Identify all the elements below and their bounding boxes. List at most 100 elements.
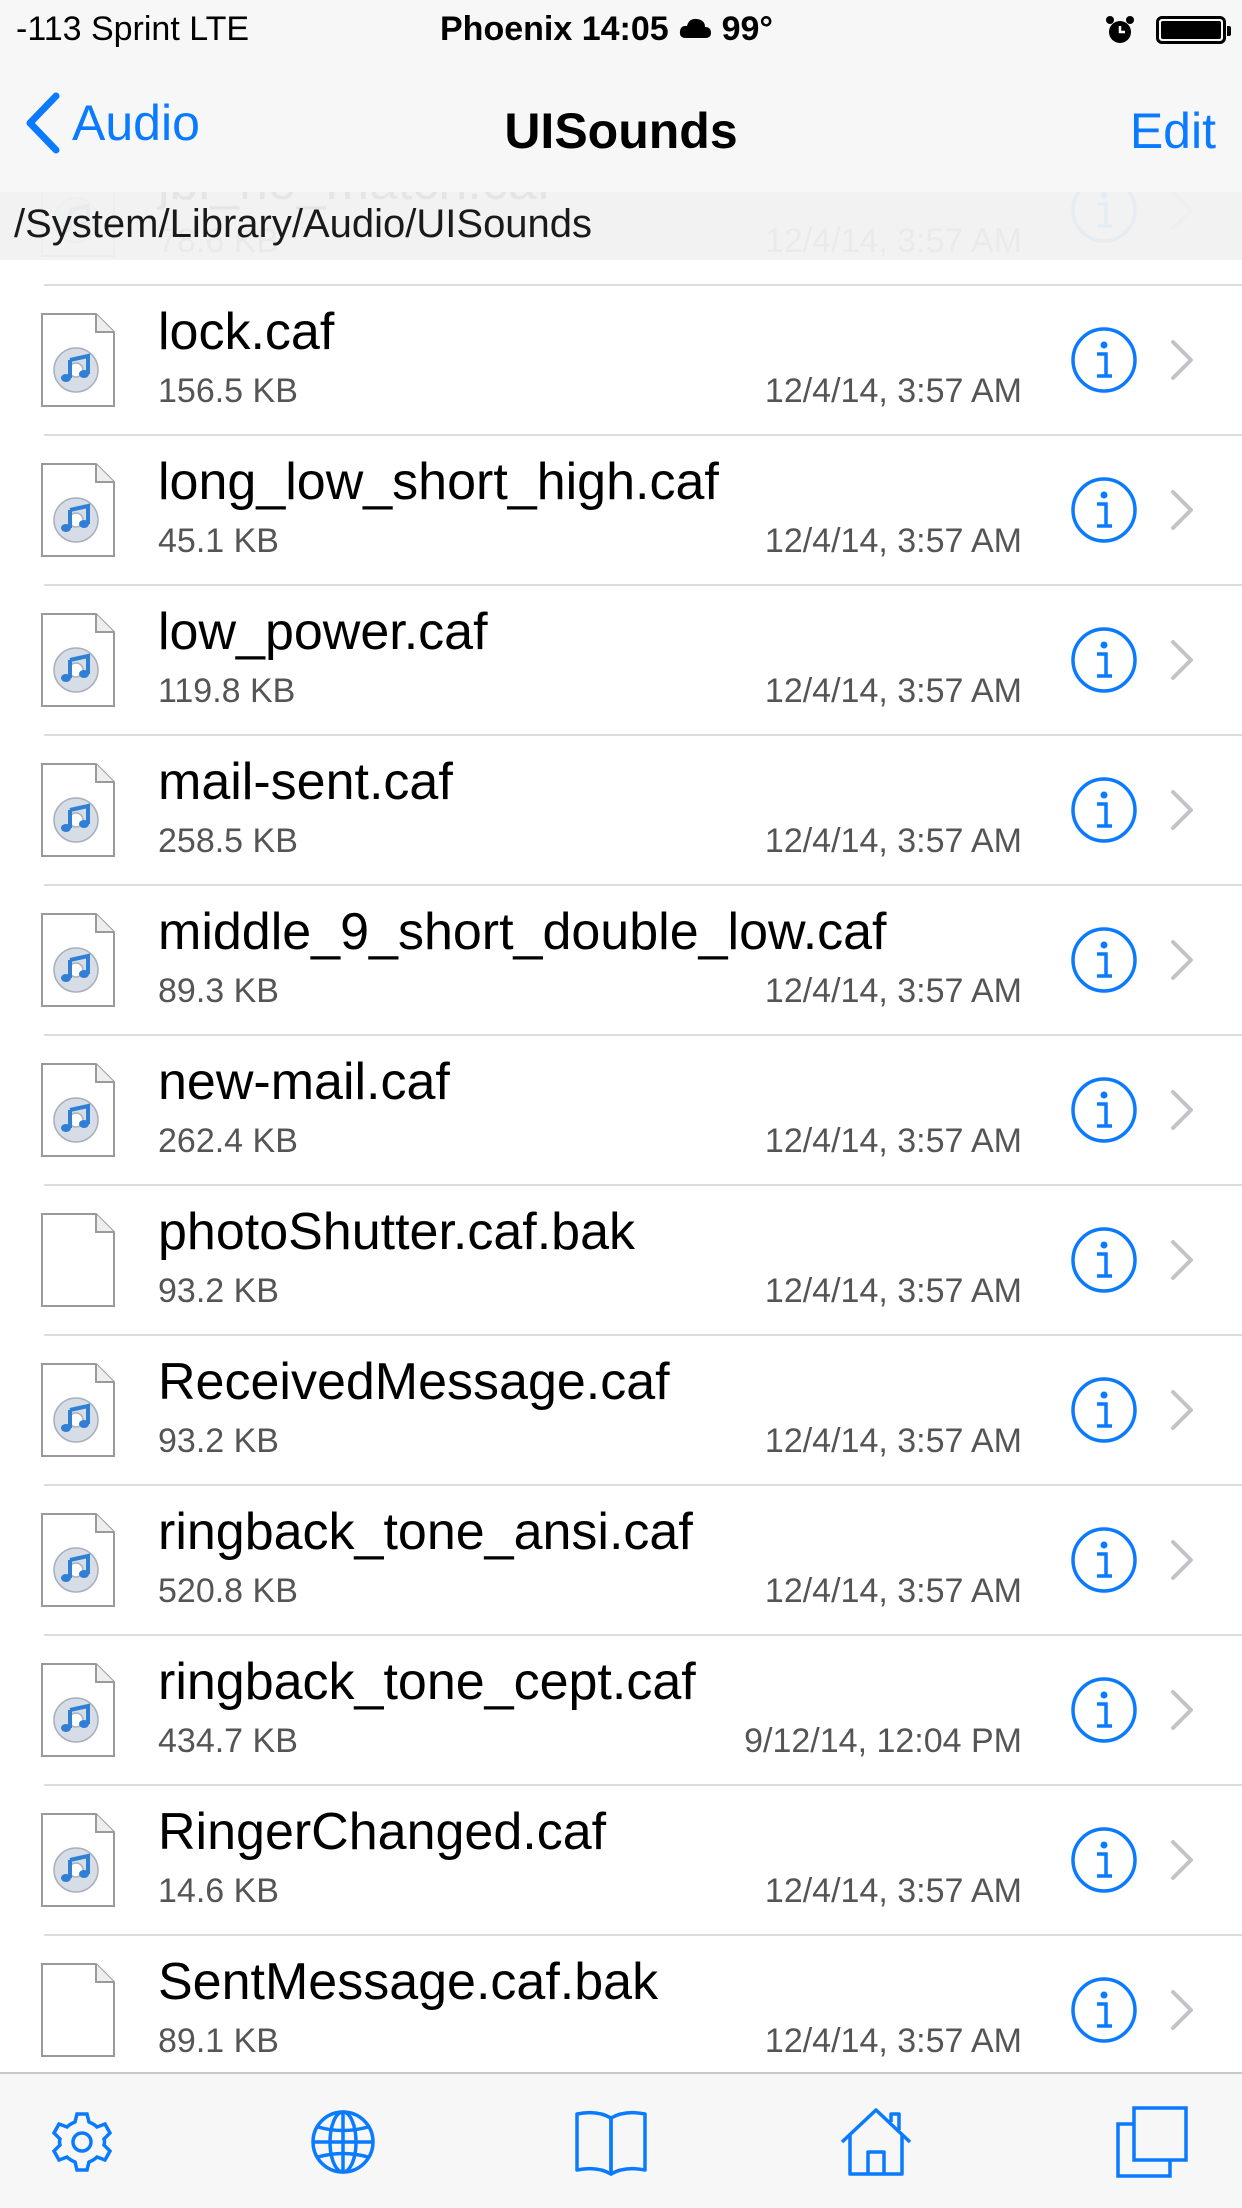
info-icon[interactable] bbox=[1070, 1526, 1138, 1594]
file-name: ringback_tone_cept.caf bbox=[158, 1653, 696, 1711]
file-size: 93.2 KB bbox=[158, 1272, 279, 1310]
file-row[interactable]: mail-sent.caf 258.5 KB 12/4/14, 3:57 AM bbox=[0, 736, 1242, 886]
info-icon[interactable] bbox=[1070, 1376, 1138, 1444]
path-label: /System/Library/Audio/UISounds bbox=[14, 202, 593, 246]
file-date: 9/12/14, 12:04 PM bbox=[744, 1722, 1022, 1760]
info-icon[interactable] bbox=[1070, 776, 1138, 844]
file-name: long_low_short_high.caf bbox=[158, 453, 719, 511]
file-name: middle_9_short_double_low.caf bbox=[158, 903, 887, 961]
chevron-right-icon bbox=[1168, 938, 1196, 982]
audio-file-icon bbox=[40, 1062, 116, 1158]
file-row[interactable]: long_low_short_high.caf 45.1 KB 12/4/14, 3… bbox=[0, 436, 1242, 586]
file-name: photoShutter.caf.bak bbox=[158, 1203, 636, 1261]
file-date: 12/4/14, 3:57 AM bbox=[764, 2022, 1022, 2060]
chevron-right-icon bbox=[1168, 638, 1196, 682]
info-icon[interactable] bbox=[1070, 1676, 1138, 1744]
chevron-right-icon bbox=[1168, 1838, 1196, 1882]
file-date: 12/4/14, 3:57 AM bbox=[764, 1572, 1022, 1610]
file-size: 45.1 KB bbox=[158, 522, 279, 560]
info-icon[interactable] bbox=[1070, 1826, 1138, 1894]
file-row[interactable]: RingerChanged.caf 14.6 KB 12/4/14, 3:57 AM bbox=[0, 1786, 1242, 1936]
info-icon[interactable] bbox=[1070, 1226, 1138, 1294]
file-row[interactable]: low_power.caf 119.8 KB 12/4/14, 3:57 AM bbox=[0, 586, 1242, 736]
file-name: low_power.caf bbox=[158, 603, 488, 661]
file-name: RingerChanged.caf bbox=[158, 1803, 607, 1861]
carrier-label: -113 Sprint LTE bbox=[16, 10, 250, 48]
overlapping-squares-icon bbox=[1116, 2106, 1188, 2178]
file-name: ringback_tone_ansi.caf bbox=[158, 1503, 693, 1561]
chevron-right-icon bbox=[1168, 1988, 1196, 2032]
file-date: 12/4/14, 3:57 AM bbox=[764, 1422, 1022, 1460]
file-size: 262.4 KB bbox=[158, 1122, 298, 1160]
info-icon[interactable] bbox=[1070, 476, 1138, 544]
file-date: 12/4/14, 3:57 AM bbox=[764, 522, 1022, 560]
file-size: 258.5 KB bbox=[158, 822, 298, 860]
page-title: UISounds bbox=[504, 103, 738, 159]
audio-file-icon bbox=[40, 1512, 116, 1608]
tab-bookmarks[interactable] bbox=[571, 2102, 651, 2182]
tab-bar bbox=[0, 2072, 1242, 2208]
audio-file-icon bbox=[40, 1362, 116, 1458]
status-bar: -113 Sprint LTE Phoenix 14:05 99° bbox=[0, 0, 1242, 62]
info-icon[interactable] bbox=[1070, 326, 1138, 394]
info-icon[interactable] bbox=[1070, 1076, 1138, 1144]
file-date: 12/4/14, 3:57 AM bbox=[764, 672, 1022, 710]
file-date: 12/4/14, 3:57 AM bbox=[764, 1272, 1022, 1310]
chevron-right-icon bbox=[1168, 788, 1196, 832]
screen: jbl_no_match.caf78.6 KB12/4/14, 3:57 AMl… bbox=[0, 0, 1242, 2208]
file-row[interactable]: ringback_tone_cept.caf 434.7 KB 9/12/14, 1… bbox=[0, 1636, 1242, 1786]
file-size: 119.8 KB bbox=[158, 672, 296, 710]
file-size: 93.2 KB bbox=[158, 1422, 279, 1460]
tab-settings[interactable] bbox=[42, 2102, 122, 2182]
file-row[interactable]: SentMessage.caf.bak 89.1 KB 12/4/14, 3:57 … bbox=[0, 1936, 1242, 2072]
audio-file-icon bbox=[40, 912, 116, 1008]
location-time-label: Phoenix 14:05 bbox=[440, 10, 669, 48]
globe-icon bbox=[311, 2110, 375, 2174]
temperature-label: 99° bbox=[721, 10, 773, 48]
house-icon bbox=[840, 2108, 912, 2176]
tab-windows[interactable] bbox=[1112, 2102, 1192, 2182]
chevron-right-icon bbox=[1168, 488, 1196, 532]
book-icon bbox=[575, 2110, 647, 2176]
alarm-clock-icon bbox=[1106, 16, 1134, 43]
file-size: 89.3 KB bbox=[158, 972, 279, 1010]
file-name: new-mail.caf bbox=[158, 1053, 450, 1111]
status-right bbox=[1104, 14, 1231, 46]
audio-file-icon bbox=[40, 462, 116, 558]
file-size: 89.1 KB bbox=[158, 2022, 279, 2060]
file-size: 14.6 KB bbox=[158, 1872, 279, 1910]
file-date: 12/4/14, 3:57 AM bbox=[764, 372, 1022, 410]
blank-file-icon bbox=[40, 1212, 116, 1308]
audio-file-icon bbox=[40, 762, 116, 858]
file-list[interactable]: jbl_no_match.caf78.6 KB12/4/14, 3:57 AMl… bbox=[0, 0, 1242, 2072]
file-row[interactable]: ReceivedMessage.caf 93.2 KB 12/4/14, 3:57 … bbox=[0, 1336, 1242, 1486]
file-size: 434.7 KB bbox=[158, 1722, 298, 1760]
audio-file-icon bbox=[40, 612, 116, 708]
file-row[interactable]: photoShutter.caf.bak 93.2 KB 12/4/14, 3:57… bbox=[0, 1186, 1242, 1336]
file-row[interactable]: middle_9_short_double_low.caf 89.3 KB 12/4… bbox=[0, 886, 1242, 1036]
file-date: 12/4/14, 3:57 AM bbox=[764, 822, 1022, 860]
audio-file-icon bbox=[40, 312, 116, 408]
file-row[interactable]: new-mail.caf 262.4 KB 12/4/14, 3:57 AM bbox=[0, 1036, 1242, 1186]
file-size: 156.5 KB bbox=[158, 372, 298, 410]
file-row[interactable]: lock.caf 156.5 KB 12/4/14, 3:57 AM bbox=[0, 286, 1242, 436]
chevron-right-icon bbox=[1168, 1688, 1196, 1732]
info-icon[interactable] bbox=[1070, 626, 1138, 694]
file-name: SentMessage.caf.bak bbox=[158, 1953, 659, 2011]
status-center: Phoenix 14:05 99° bbox=[440, 10, 773, 49]
info-icon[interactable] bbox=[1070, 1976, 1138, 2044]
edit-button[interactable]: Edit bbox=[1130, 102, 1216, 160]
blank-file-icon bbox=[40, 1962, 116, 2058]
file-row[interactable]: ringback_tone_ansi.caf 520.8 KB 12/4/14, 3… bbox=[0, 1486, 1242, 1636]
audio-file-icon bbox=[40, 1662, 116, 1758]
tab-home[interactable] bbox=[836, 2102, 916, 2182]
info-icon[interactable] bbox=[1070, 926, 1138, 994]
file-date: 12/4/14, 3:57 AM bbox=[764, 1872, 1022, 1910]
chevron-right-icon bbox=[1168, 1238, 1196, 1282]
path-bar: /System/Library/Audio/UISounds bbox=[0, 192, 1242, 260]
chevron-right-icon bbox=[1168, 1538, 1196, 1582]
file-date: 12/4/14, 3:57 AM bbox=[764, 972, 1022, 1010]
tab-web[interactable] bbox=[303, 2102, 383, 2182]
battery-icon bbox=[1156, 16, 1231, 44]
gear-icon bbox=[51, 2112, 113, 2172]
